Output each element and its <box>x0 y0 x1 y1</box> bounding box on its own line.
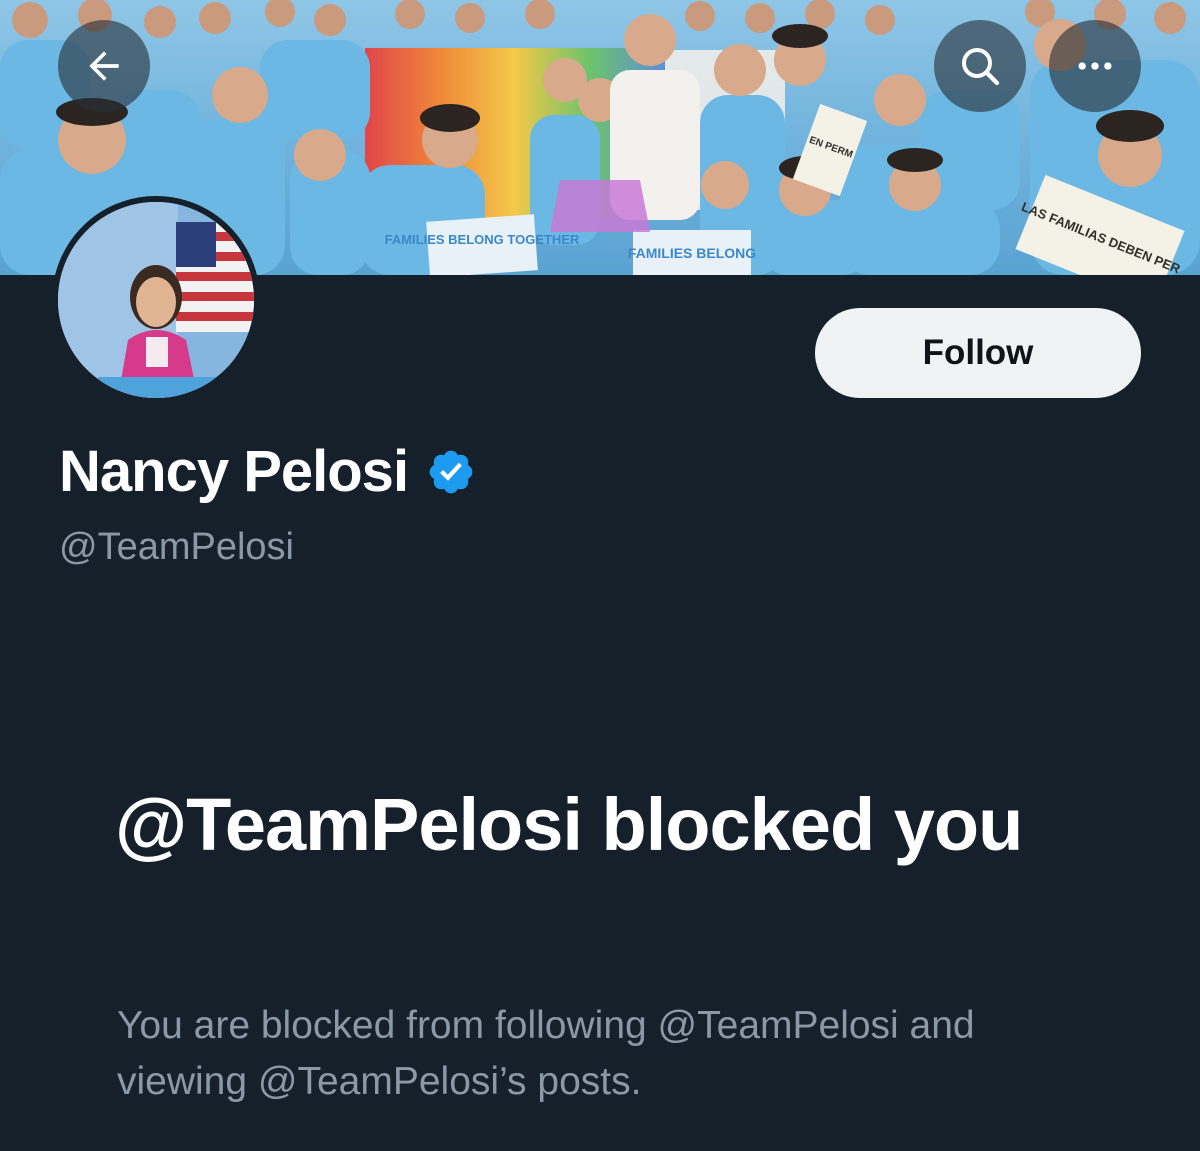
more-button[interactable] <box>1049 20 1141 112</box>
profile-page: FAMILIES BELONG TOGETHER FAMILIES BELONG… <box>0 0 1200 1151</box>
banner-sign-text: FAMILIES BELONG <box>628 245 756 261</box>
search-icon <box>962 48 1000 86</box>
profile-handle: @TeamPelosi <box>59 526 294 568</box>
profile-name-row: Nancy Pelosi <box>59 436 476 508</box>
more-horizontal-icon <box>1078 62 1112 70</box>
avatar[interactable] <box>52 196 260 404</box>
arrow-left-icon <box>89 51 119 81</box>
follow-button[interactable]: Follow <box>815 308 1141 398</box>
display-name: Nancy Pelosi <box>59 439 409 504</box>
banner-sign-text: FAMILIES BELONG TOGETHER <box>385 232 580 247</box>
search-button[interactable] <box>934 20 1026 112</box>
back-button[interactable] <box>58 20 150 112</box>
blocked-description: You are blocked from following @TeamPelo… <box>117 1004 975 1103</box>
verified-badge-icon[interactable] <box>426 447 476 497</box>
blocked-title: @TeamPelosi blocked you <box>115 783 1023 866</box>
avatar-photo <box>58 202 254 398</box>
